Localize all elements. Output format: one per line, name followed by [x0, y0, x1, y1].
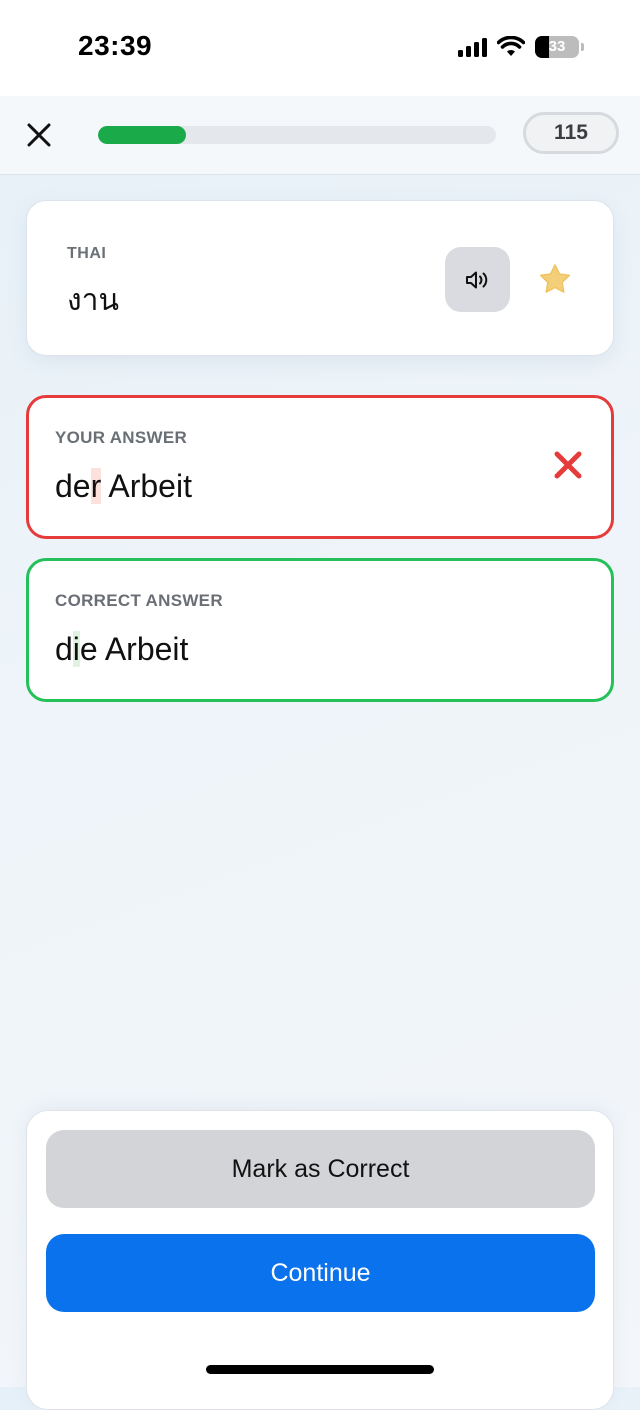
status-time: 23:39 [78, 30, 153, 61]
close-button[interactable] [22, 118, 56, 152]
battery-icon: 33 [535, 36, 579, 58]
close-icon [27, 123, 51, 147]
speaker-icon [465, 271, 487, 288]
prompt-language-label: THAI [67, 245, 107, 262]
prompt-card: THAI งาน [26, 200, 614, 356]
your-answer-label: YOUR ANSWER [55, 428, 188, 447]
battery-tip [581, 43, 584, 51]
remaining-count-badge: 115 [523, 112, 619, 154]
correct-answer-label: CORRECT ANSWER [55, 591, 223, 610]
status-icons: 33 [458, 34, 584, 60]
battery-level: 33 [548, 38, 566, 55]
home-indicator[interactable] [206, 1365, 434, 1374]
favorite-button[interactable] [537, 261, 573, 297]
mark-as-correct-button[interactable]: Mark as Correct [46, 1130, 595, 1208]
play-audio-button[interactable] [445, 247, 510, 312]
prompt-word: งาน [67, 283, 120, 318]
continue-button[interactable]: Continue [46, 1234, 595, 1312]
correct-answer-prefix: d [55, 631, 73, 667]
quiz-top-bar: 115 [0, 96, 640, 175]
correct-answer-card: CORRECT ANSWER die Arbeit [26, 558, 614, 702]
your-answer-card: YOUR ANSWER der Arbeit [26, 395, 614, 539]
your-answer-error-highlight: r [90, 468, 102, 504]
wrong-x-icon [554, 451, 582, 479]
wifi-icon [497, 36, 525, 56]
star-icon [539, 264, 571, 293]
progress-bar [98, 126, 496, 144]
your-answer-prefix: de [55, 468, 91, 504]
signal-icon [458, 37, 487, 57]
correct-answer-text: die Arbeit [55, 631, 188, 668]
your-answer-rest: Arbeit [101, 468, 192, 504]
status-bar: 23:39 33 [0, 0, 640, 96]
progress-fill [98, 126, 186, 144]
correct-answer-rest: e Arbeit [79, 631, 189, 667]
your-answer-text: der Arbeit [55, 468, 192, 505]
correct-answer-highlight: i [72, 631, 80, 667]
